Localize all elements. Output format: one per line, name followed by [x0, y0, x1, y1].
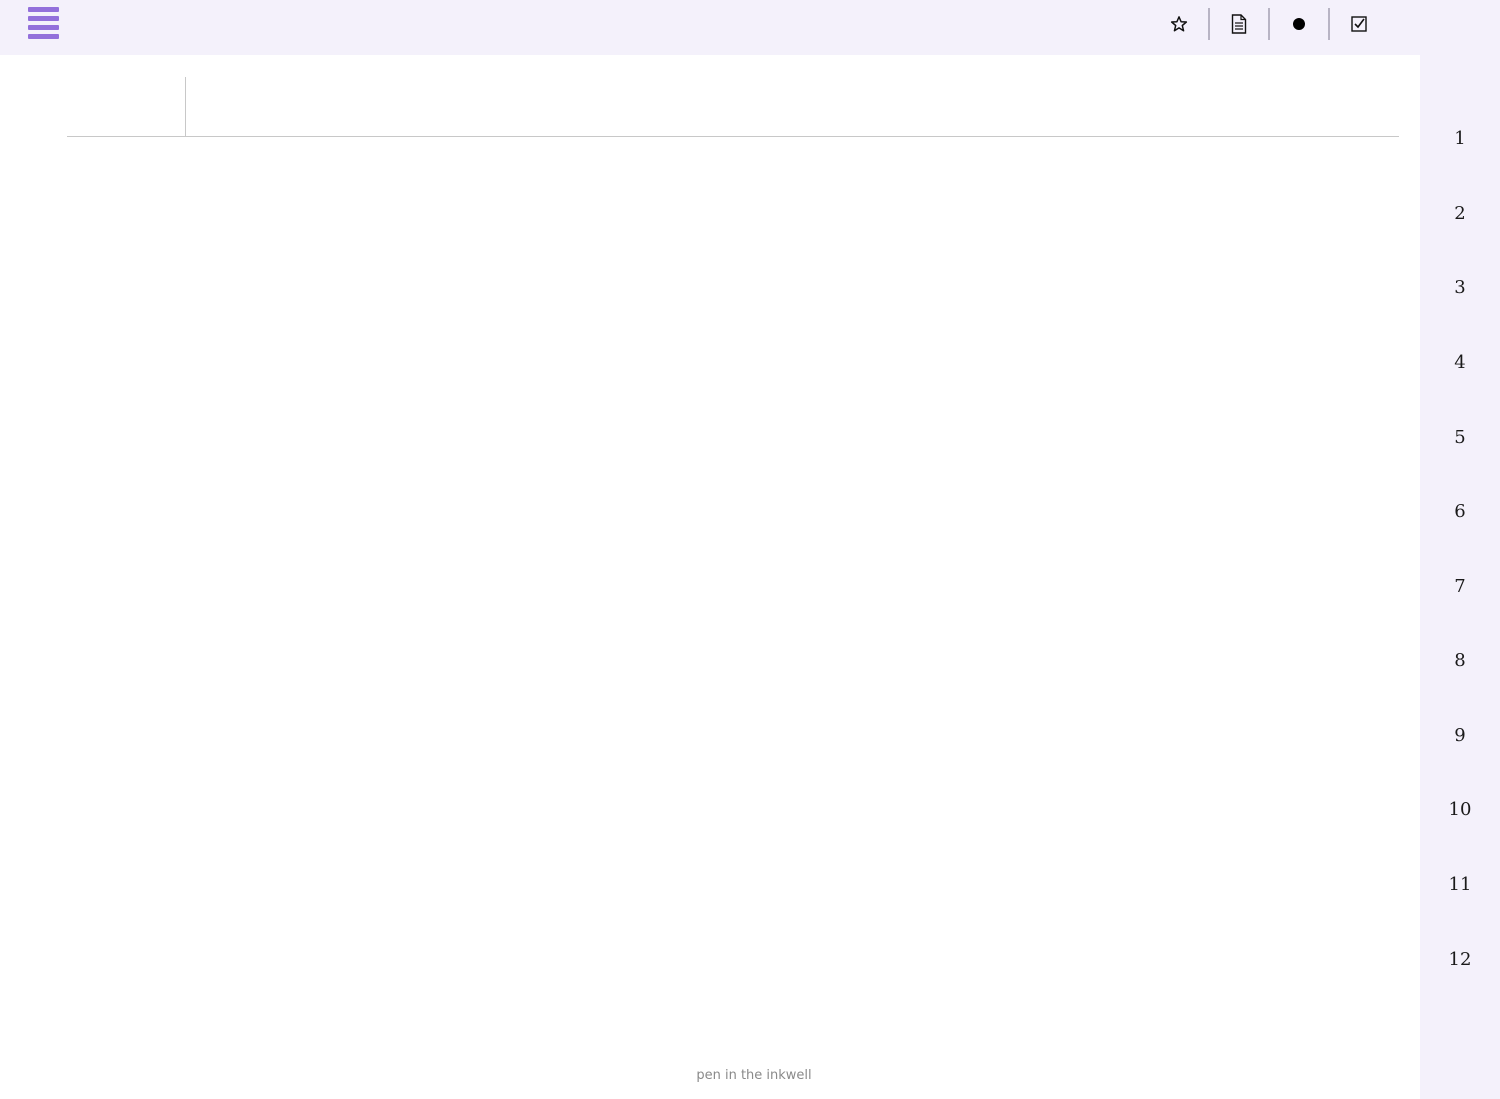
record-button[interactable] — [1270, 8, 1328, 40]
title-input[interactable] — [188, 77, 1397, 137]
sidebar-item-page[interactable]: 3 — [1420, 268, 1500, 308]
star-button[interactable] — [1150, 8, 1208, 40]
page-sidebar: 1 2 3 4 5 6 7 8 9 10 11 12 — [1420, 55, 1500, 1099]
top-bar — [0, 0, 1500, 55]
sidebar-item-page[interactable]: 12 — [1420, 940, 1500, 980]
sidebar-item-page[interactable]: 8 — [1420, 641, 1500, 681]
hamburger-menu-button[interactable] — [28, 7, 59, 41]
hamburger-icon-bar — [28, 34, 59, 39]
sidebar-item-page[interactable]: 7 — [1420, 567, 1500, 607]
checked-box-icon — [1351, 16, 1367, 32]
document-icon — [1231, 14, 1247, 34]
hamburger-icon-bar — [28, 7, 59, 12]
sidebar-item-page[interactable]: 6 — [1420, 492, 1500, 532]
sidebar-item-page[interactable]: 11 — [1420, 865, 1500, 905]
sidebar-item-page[interactable]: 2 — [1420, 194, 1500, 234]
title-underline — [67, 136, 1399, 137]
document-button[interactable] — [1210, 8, 1268, 40]
hamburger-icon-bar — [28, 25, 59, 30]
sidebar-item-page[interactable]: 1 — [1420, 119, 1500, 159]
toolbar — [1150, 8, 1388, 40]
sidebar-item-page[interactable]: 9 — [1420, 716, 1500, 756]
hamburger-icon-bar — [28, 16, 59, 21]
star-icon — [1170, 16, 1188, 32]
sidebar-item-page[interactable]: 5 — [1420, 418, 1500, 458]
title-divider — [185, 77, 186, 137]
sidebar-item-page[interactable]: 4 — [1420, 343, 1500, 383]
footer-status: pen in the inkwell — [696, 1068, 812, 1083]
checkbox-button[interactable] — [1330, 8, 1388, 40]
editor-area — [0, 55, 1420, 1099]
sidebar-item-page[interactable]: 10 — [1420, 790, 1500, 830]
filled-circle-icon — [1293, 18, 1305, 30]
